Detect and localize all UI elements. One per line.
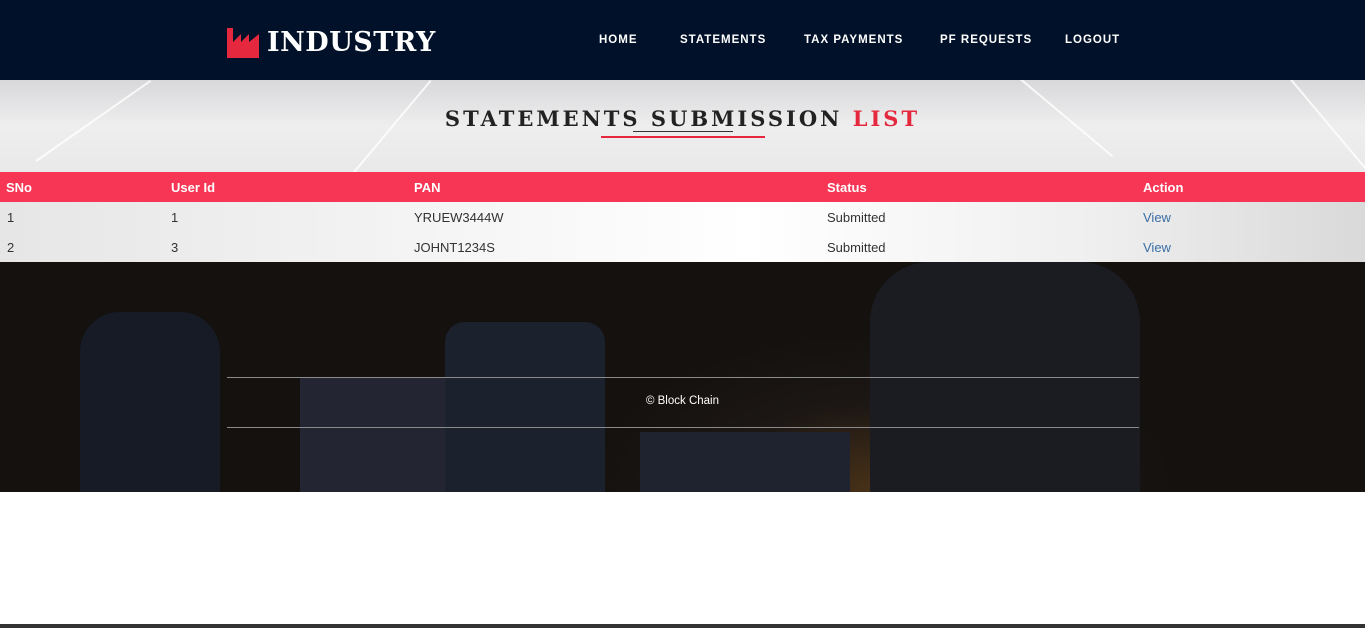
copyright-text: © Block Chain [645, 395, 720, 407]
page-title: STATEMENTS SUBMISSION LIST [0, 106, 1365, 131]
title-underline [601, 136, 765, 138]
nav-home[interactable]: HOME [599, 34, 638, 46]
bottom-strip [0, 624, 1365, 628]
table-row: 2 3 JOHNT1234S Submitted View [0, 232, 1365, 262]
statements-table: SNo User Id PAN Status Action 1 1 YRUEW3… [0, 172, 1365, 262]
cell-user-id: 1 [171, 210, 179, 225]
nav-tax-payments[interactable]: TAX PAYMENTS [804, 34, 903, 46]
cell-status: Submitted [827, 240, 886, 255]
column-header-user-id: User Id [171, 180, 216, 195]
page-title-banner: STATEMENTS SUBMISSION LIST [0, 80, 1365, 172]
cell-status: Submitted [827, 210, 886, 225]
table-row: 1 1 YRUEW3444W Submitted View [0, 202, 1365, 232]
view-link[interactable]: View [1143, 240, 1171, 255]
column-header-action: Action [1143, 180, 1184, 195]
footer: © Block Chain [0, 262, 1365, 492]
nav-statements[interactable]: STATEMENTS [680, 34, 766, 46]
main-nav: HOME STATEMENTS TAX PAYMENTS PF REQUESTS… [0, 0, 1365, 80]
table-header: SNo User Id PAN Status Action [0, 172, 1365, 202]
footer-bg-building [445, 322, 605, 492]
column-header-pan: PAN [414, 180, 441, 195]
footer-divider-bottom [227, 427, 1139, 428]
cell-sno: 2 [7, 240, 15, 255]
footer-bg-building [640, 432, 850, 492]
view-link[interactable]: View [1143, 210, 1171, 225]
cell-user-id: 3 [171, 240, 179, 255]
column-header-sno: SNo [6, 180, 32, 195]
cell-pan: YRUEW3444W [414, 210, 504, 225]
title-underline-dark [633, 131, 733, 132]
table-body: 1 1 YRUEW3444W Submitted View 2 3 JOHNT1… [0, 202, 1365, 262]
page-title-accent: LIST [852, 106, 921, 131]
page-title-main: STATEMENTS SUBMISSION [444, 106, 843, 131]
footer-divider-top [227, 377, 1139, 378]
cell-pan: JOHNT1234S [414, 240, 495, 255]
column-header-status: Status [827, 180, 867, 195]
top-navbar: INDUSTRY HOME STATEMENTS TAX PAYMENTS PF… [0, 0, 1365, 80]
nav-pf-requests[interactable]: PF REQUESTS [940, 34, 1032, 46]
cell-sno: 1 [7, 210, 15, 225]
nav-logout[interactable]: LOGOUT [1065, 34, 1120, 46]
